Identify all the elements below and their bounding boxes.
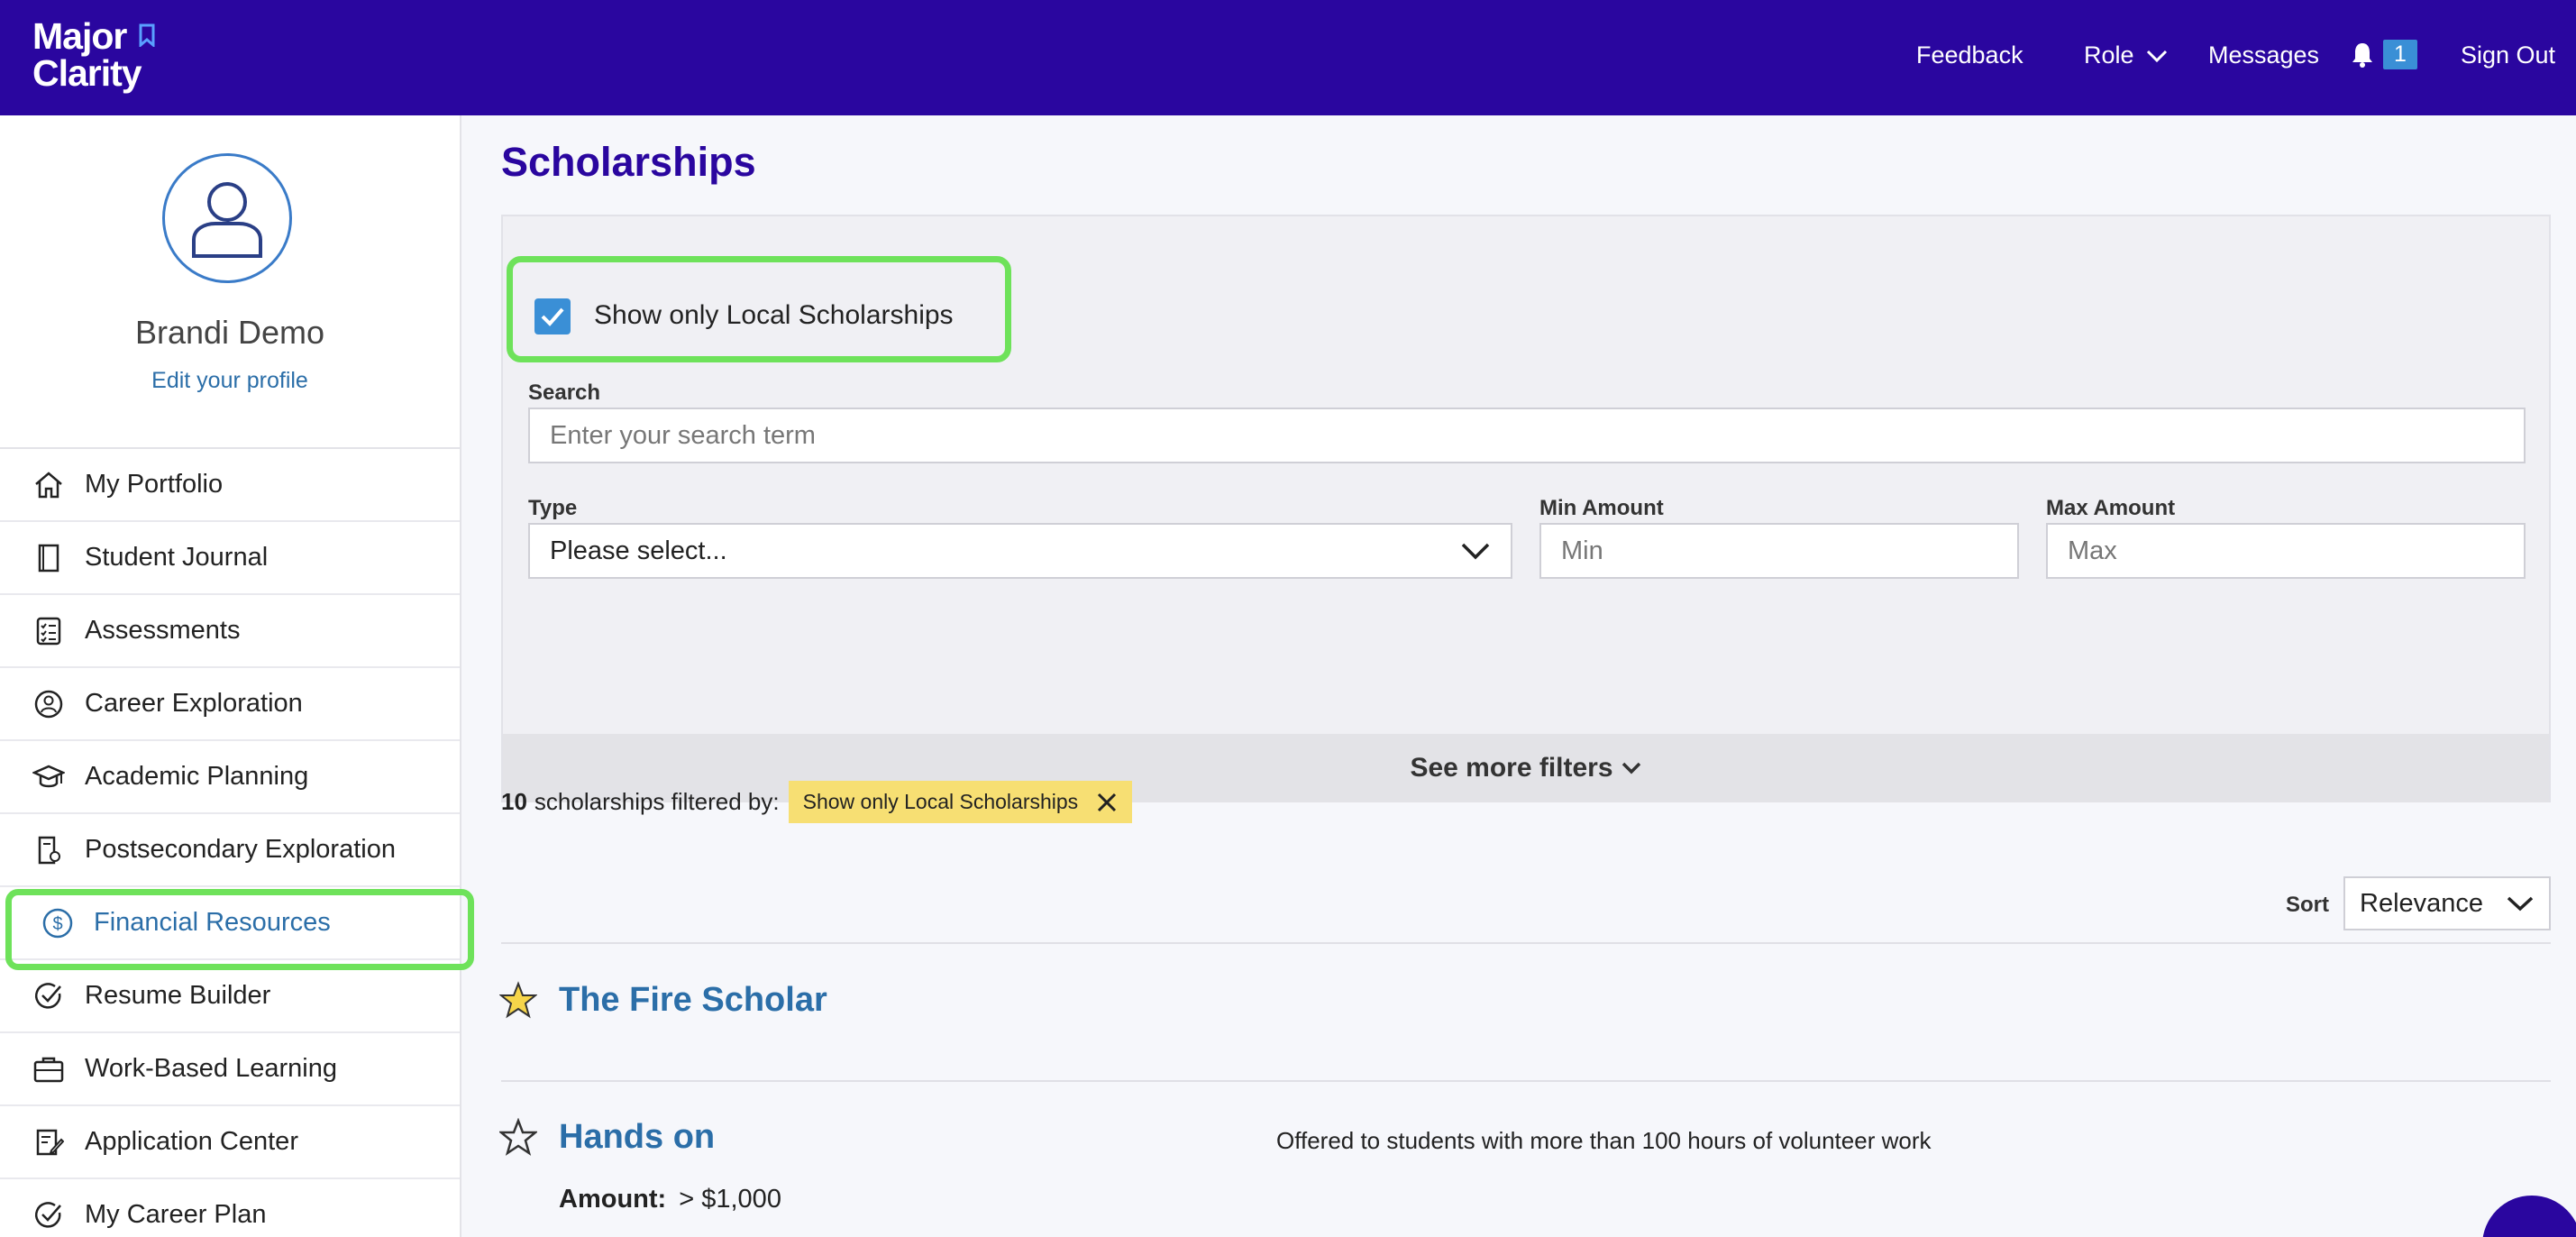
logo-bookmark-icon — [139, 23, 155, 47]
local-scholarships-checkbox[interactable] — [534, 298, 571, 334]
search-input[interactable] — [528, 408, 2526, 463]
bell-icon — [2352, 42, 2372, 68]
min-amount-label: Min Amount — [1539, 496, 1664, 520]
checkmark-icon — [541, 307, 564, 326]
star-filled-icon[interactable] — [499, 981, 537, 1019]
profile-name: Brandi Demo — [134, 314, 325, 351]
journal-icon — [38, 544, 59, 572]
max-amount-label: Max Amount — [2046, 496, 2176, 520]
scholarship-amount-label: Amount: — [559, 1185, 667, 1214]
sidebar-item-label: Financial Resources — [94, 908, 331, 937]
sidebar-item-label: Resume Builder — [85, 981, 271, 1010]
notification-count-badge: 1 — [2383, 40, 2417, 69]
briefcase-icon — [33, 1057, 64, 1082]
close-icon — [1098, 793, 1117, 811]
sidebar-item-academic-planning[interactable]: Academic Planning — [0, 741, 460, 814]
results-summary: 10 scholarships filtered by: Show only L… — [501, 781, 1133, 823]
check-circle-icon — [35, 982, 61, 1009]
sidebar-item-label: Postsecondary Exploration — [85, 835, 396, 864]
edit-document-icon — [36, 1129, 64, 1155]
messages-link[interactable]: Messages — [2208, 41, 2319, 69]
type-select[interactable]: Please select... — [528, 523, 1512, 579]
sidebar-item-resume-builder[interactable]: Resume Builder — [0, 960, 460, 1033]
sidebar-item-label: Career Exploration — [85, 689, 303, 718]
sidebar-item-application-center[interactable]: Application Center — [0, 1106, 460, 1179]
major-clarity-logo[interactable]: Major Clarity — [32, 15, 155, 94]
scholarship-amount: Amount: > $1,000 — [559, 1185, 781, 1214]
main-content: Scholarships Show only Local Scholarship… — [463, 115, 2576, 1237]
sidebar-item-label: Student Journal — [85, 543, 269, 572]
scholarship-title[interactable]: Hands on — [559, 1118, 715, 1157]
check-circle-icon — [35, 1201, 61, 1228]
sidebar-item-postsecondary-exploration[interactable]: Postsecondary Exploration — [0, 814, 460, 887]
filter-panel: Show only Local Scholarships Search Type… — [501, 215, 2551, 802]
scholarship-divider — [501, 1080, 2551, 1082]
sidebar-menu: My Portfolio Student Journal Assessments… — [0, 447, 474, 1237]
notifications-button[interactable]: 1 — [2351, 40, 2417, 69]
home-icon — [35, 471, 62, 498]
person-circle-icon — [34, 690, 63, 718]
see-more-filters-label: See more filters — [1410, 753, 1613, 783]
user-icon — [192, 182, 262, 258]
sidebar-item-label: Work-Based Learning — [85, 1054, 337, 1083]
role-label: Role — [2084, 41, 2134, 69]
scholarship-title[interactable]: The Fire Scholar — [559, 981, 827, 1020]
sidebar-item-label: Assessments — [85, 616, 241, 645]
sort-select-value: Relevance — [2360, 888, 2484, 918]
sidebar-item-financial-resources[interactable]: $ Financial Resources — [0, 887, 474, 970]
active-filter-chip-label: Show only Local Scholarships — [802, 790, 1079, 813]
chevron-down-icon — [1461, 543, 1490, 560]
page-title: Scholarships — [501, 139, 756, 185]
sidebar-item-my-portfolio[interactable]: My Portfolio — [0, 449, 460, 522]
sidebar-item-work-based-learning[interactable]: Work-Based Learning — [0, 1033, 460, 1106]
chevron-down-icon — [1621, 762, 1640, 774]
sidebar-item-my-career-plan[interactable]: My Career Plan — [0, 1179, 460, 1237]
dollar-circle-icon: $ — [42, 908, 73, 938]
logo-line-1: Major — [32, 15, 127, 57]
sidebar: Brandi Demo Edit your profile My Portfol… — [0, 115, 474, 1237]
sidebar-item-label: Application Center — [85, 1127, 298, 1156]
local-scholarships-toggle[interactable]: Show only Local Scholarships — [507, 256, 1011, 362]
sort-label: Sort — [2286, 893, 2329, 917]
local-scholarships-label: Show only Local Scholarships — [594, 300, 954, 330]
type-label: Type — [528, 496, 578, 520]
sidebar-item-assessments[interactable]: Assessments — [0, 595, 460, 668]
search-label: Search — [528, 380, 601, 405]
role-dropdown[interactable]: Role — [2084, 41, 2169, 69]
document-badge-icon — [38, 836, 60, 864]
results-count: 10 — [501, 788, 527, 815]
sidebar-item-label: Academic Planning — [85, 762, 309, 791]
max-amount-input[interactable] — [2046, 523, 2526, 579]
scholarship-amount-value: > $1,000 — [679, 1185, 781, 1214]
remove-filter-button[interactable] — [1096, 792, 1118, 813]
scholarship-description: Offered to students with more than 100 h… — [1276, 1127, 1932, 1154]
edit-profile-link[interactable]: Edit your profile — [0, 368, 460, 394]
top-navigation-bar: Major Clarity Feedback Role Messages 1 S… — [0, 0, 2576, 115]
star-outline-icon[interactable] — [499, 1118, 537, 1156]
feedback-link[interactable]: Feedback — [1916, 41, 2023, 69]
sidebar-item-label: My Career Plan — [85, 1200, 267, 1229]
graduation-cap-icon — [32, 765, 65, 787]
results-divider — [501, 942, 2551, 944]
results-filtered-by-text: scholarships filtered by: — [534, 788, 780, 815]
sort-select[interactable]: Relevance — [2343, 876, 2551, 930]
type-select-value: Please select... — [550, 536, 727, 565]
checklist-icon — [36, 617, 61, 645]
chevron-down-icon — [2507, 896, 2534, 912]
chevron-down-icon — [2146, 50, 2167, 62]
active-filter-chip: Show only Local Scholarships — [788, 781, 1133, 823]
sidebar-item-student-journal[interactable]: Student Journal — [0, 522, 460, 595]
avatar[interactable] — [162, 153, 292, 283]
sidebar-item-career-exploration[interactable]: Career Exploration — [0, 668, 460, 741]
sidebar-item-label: My Portfolio — [85, 470, 224, 499]
svg-text:$: $ — [52, 914, 62, 934]
logo-line-2: Clarity — [32, 52, 142, 94]
min-amount-input[interactable] — [1539, 523, 2019, 579]
sign-out-link[interactable]: Sign Out — [2461, 41, 2555, 69]
